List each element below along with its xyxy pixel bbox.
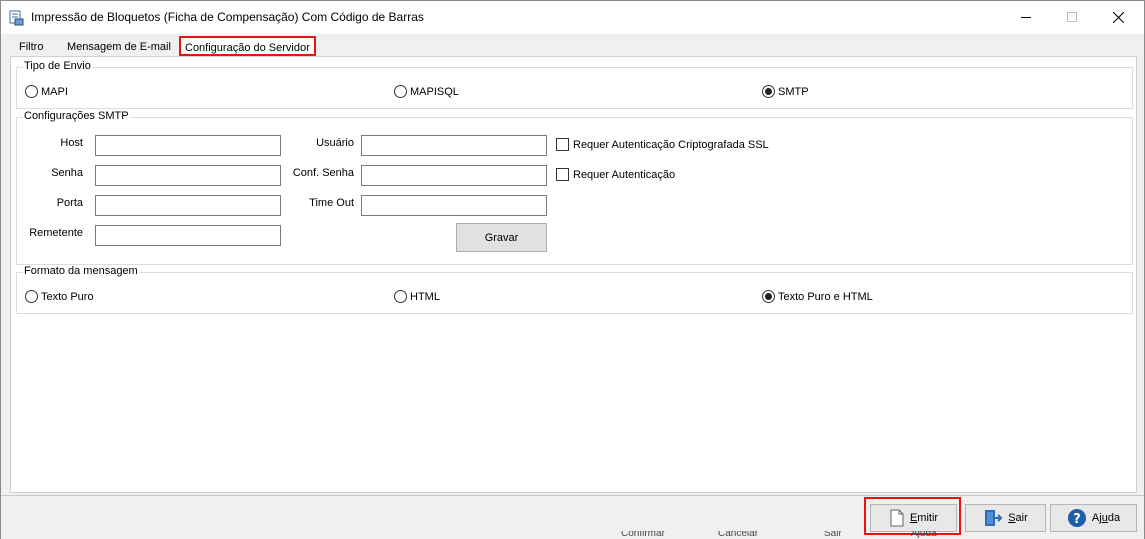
formato-group: Formato da mensagem Texto Puro HTML Text… bbox=[16, 265, 1133, 314]
ssl-auth-checkbox[interactable]: Requer Autenticação Criptografada SSL bbox=[556, 138, 769, 151]
host-label: Host bbox=[60, 137, 83, 149]
behind-confirmar: Confirmar bbox=[621, 531, 665, 539]
exit-door-icon bbox=[985, 510, 1003, 526]
emitir-button[interactable]: Emitir bbox=[870, 504, 957, 532]
window-title: Impressão de Bloquetos (Ficha de Compens… bbox=[31, 10, 424, 24]
senha-input[interactable] bbox=[95, 165, 281, 186]
tab-mensagem-email[interactable]: Mensagem de E-mail bbox=[61, 38, 177, 56]
porta-input[interactable] bbox=[95, 195, 281, 216]
radio-smtp-indicator bbox=[762, 85, 775, 98]
maximize-icon bbox=[1066, 12, 1077, 22]
radio-texto-puro-indicator bbox=[25, 290, 38, 303]
smtp-config-legend: Configurações SMTP bbox=[23, 110, 130, 122]
behind-ajuda: Ajuda bbox=[911, 531, 937, 539]
radio-texto-puro-label: Texto Puro bbox=[41, 290, 94, 303]
app-icon bbox=[9, 10, 24, 26]
ssl-auth-checkbox-label: Requer Autenticação Criptografada SSL bbox=[573, 138, 769, 151]
close-icon bbox=[1112, 12, 1124, 23]
sair-label: Sair bbox=[1008, 512, 1028, 524]
auth-checkbox-label: Requer Autenticação bbox=[573, 168, 676, 181]
porta-label: Porta bbox=[56, 197, 83, 209]
ssl-auth-checkbox-box bbox=[556, 138, 569, 151]
remetente-label: Remetente bbox=[29, 227, 83, 239]
ajuda-label: Ajuda bbox=[1091, 512, 1121, 524]
title-bar[interactable]: Impressão de Bloquetos (Ficha de Compens… bbox=[1, 1, 1144, 34]
maximize-button[interactable] bbox=[1049, 1, 1095, 34]
usuario-label: Usuário bbox=[316, 137, 354, 149]
remetente-input[interactable] bbox=[95, 225, 281, 246]
radio-smtp-label: SMTP bbox=[778, 85, 809, 98]
radio-html[interactable]: HTML bbox=[394, 290, 440, 303]
radio-texto-puro[interactable]: Texto Puro bbox=[25, 290, 94, 303]
radio-mapisql-label: MAPISQL bbox=[410, 85, 459, 98]
radio-texto-puro-html-indicator bbox=[762, 290, 775, 303]
conf-senha-label: Conf. Senha bbox=[292, 167, 354, 179]
minimize-icon bbox=[1020, 17, 1031, 18]
behind-cancelar: Cancelar bbox=[718, 531, 759, 539]
svg-text:?: ? bbox=[1073, 512, 1081, 527]
conf-senha-input[interactable] bbox=[361, 165, 547, 186]
behind-sair: Sair bbox=[824, 531, 842, 539]
tab-configuracao-servidor[interactable]: Configuração do Servidor bbox=[179, 36, 316, 56]
auth-checkbox[interactable]: Requer Autenticação bbox=[556, 168, 675, 181]
main-window: Impressão de Bloquetos (Ficha de Compens… bbox=[0, 0, 1145, 539]
host-input[interactable] bbox=[95, 135, 281, 156]
minimize-button[interactable] bbox=[1003, 1, 1049, 34]
time-out-label: Time Out bbox=[309, 197, 354, 209]
tab-filtro[interactable]: Filtro bbox=[13, 38, 49, 56]
tab-panel: Tipo de Envio MAPI MAPISQL SMTP Configur… bbox=[10, 56, 1137, 493]
time-out-input[interactable] bbox=[361, 195, 547, 216]
tipo-envio-legend: Tipo de Envio bbox=[23, 60, 92, 72]
ajuda-button[interactable]: ? Ajuda bbox=[1050, 504, 1137, 532]
radio-html-indicator bbox=[394, 290, 407, 303]
formato-legend: Formato da mensagem bbox=[23, 265, 139, 277]
gravar-button[interactable]: Gravar bbox=[456, 223, 547, 252]
emitir-label: Emitir bbox=[909, 512, 939, 524]
sair-button[interactable]: Sair bbox=[965, 504, 1046, 532]
smtp-config-group: Configurações SMTP Host Senha Porta Reme… bbox=[16, 110, 1133, 265]
tipo-envio-group: Tipo de Envio MAPI MAPISQL SMTP bbox=[16, 60, 1133, 109]
radio-texto-puro-html-label: Texto Puro e HTML bbox=[778, 290, 873, 303]
radio-html-label: HTML bbox=[410, 290, 440, 303]
document-icon bbox=[890, 509, 904, 527]
help-icon: ? bbox=[1067, 509, 1086, 527]
radio-mapisql[interactable]: MAPISQL bbox=[394, 85, 459, 98]
radio-mapi-indicator bbox=[25, 85, 38, 98]
radio-mapisql-indicator bbox=[394, 85, 407, 98]
close-button[interactable] bbox=[1095, 1, 1141, 34]
usuario-input[interactable] bbox=[361, 135, 547, 156]
radio-smtp[interactable]: SMTP bbox=[762, 85, 809, 98]
radio-mapi-label: MAPI bbox=[41, 85, 68, 98]
radio-mapi[interactable]: MAPI bbox=[25, 85, 68, 98]
auth-checkbox-box bbox=[556, 168, 569, 181]
background-window-strip: Confirmar Cancelar Sair Ajuda bbox=[581, 531, 976, 539]
senha-label: Senha bbox=[51, 167, 83, 179]
tab-strip: Filtro Mensagem de E-mail Configuração d… bbox=[9, 36, 1137, 56]
radio-texto-puro-html[interactable]: Texto Puro e HTML bbox=[762, 290, 873, 303]
